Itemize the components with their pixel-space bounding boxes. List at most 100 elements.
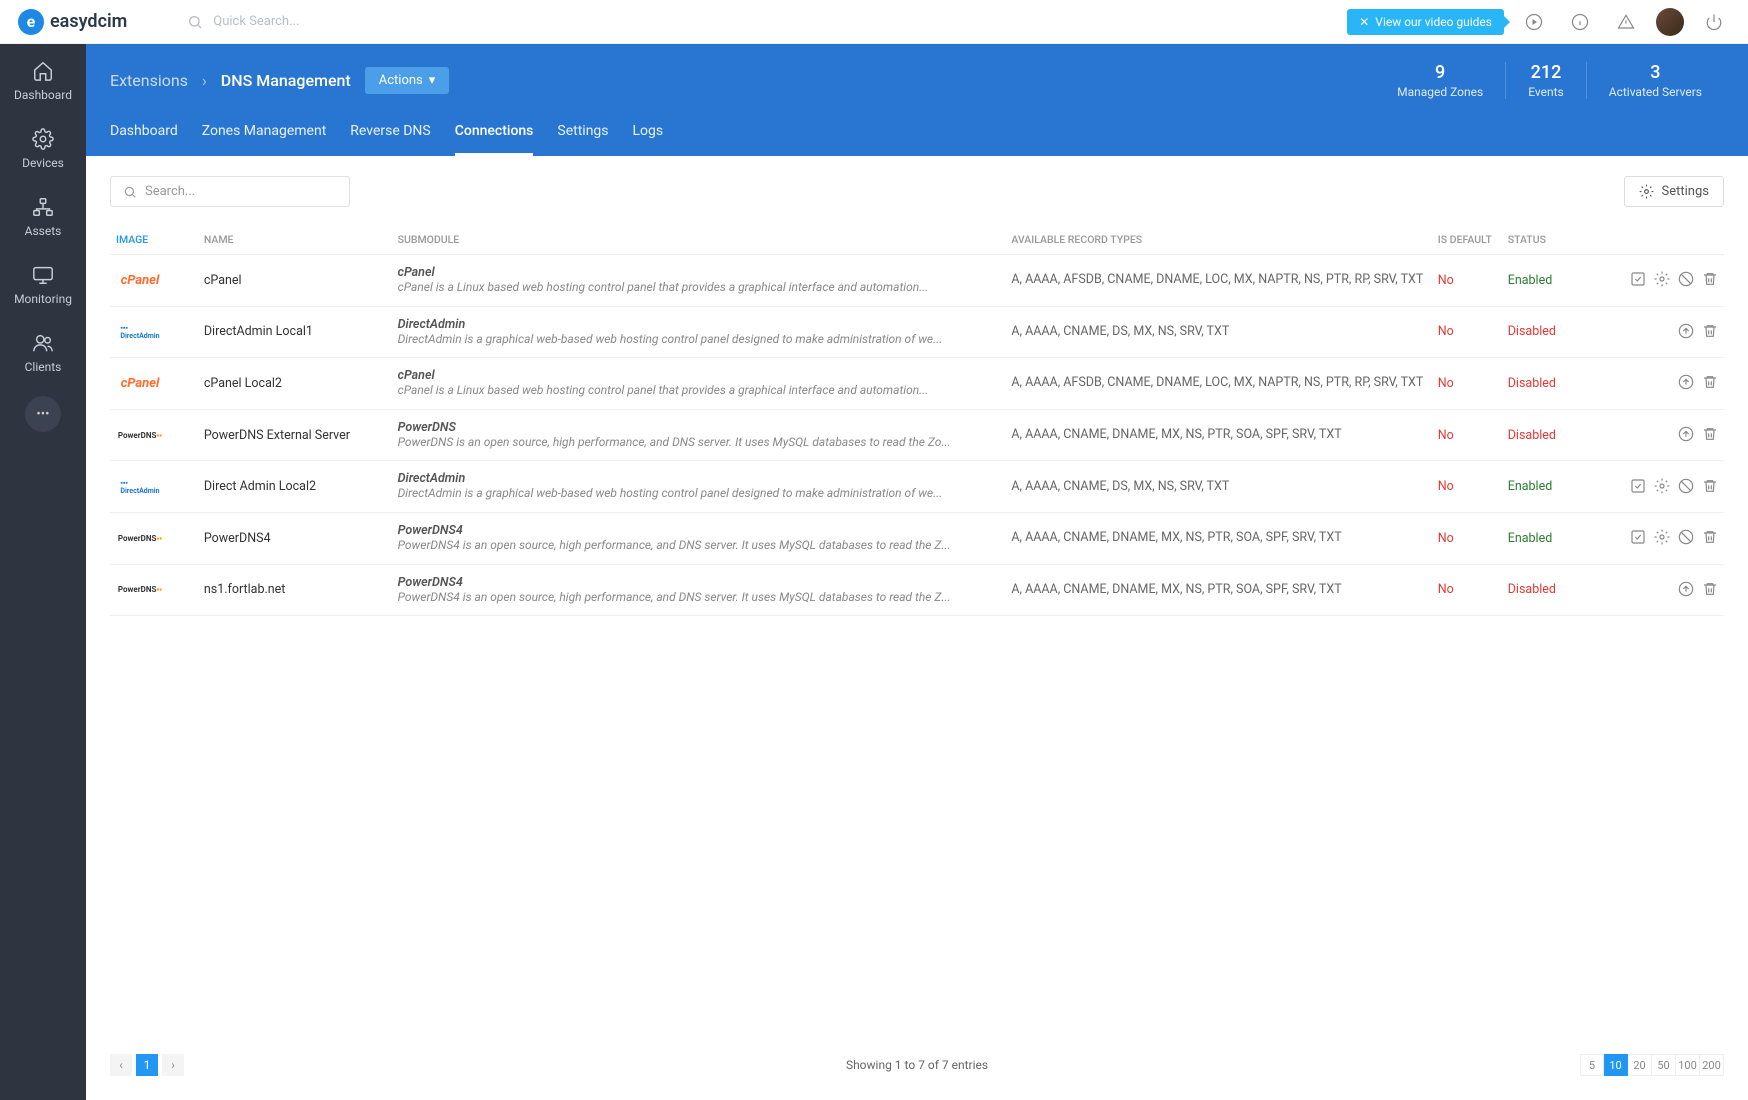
directadmin-logo-icon: ▪▪▪DirectAdmin [116,478,164,496]
table-row: cPanel cPanel cPanelcPanel is a Linux ba… [110,255,1724,307]
row-name[interactable]: ns1.fortlab.net [198,564,392,616]
stat-block[interactable]: 9Managed Zones [1375,62,1505,99]
page-size-20[interactable]: 20 [1628,1054,1652,1076]
video-guides-label: View our video guides [1375,15,1492,29]
disable-icon[interactable] [1676,271,1694,289]
gear-icon [32,128,54,150]
page-prev[interactable]: ‹ [110,1054,132,1076]
nav-monitoring[interactable]: Monitoring [0,248,86,316]
row-record-types: A, AAAA, CNAME, DNAME, MX, NS, PTR, SOA,… [1005,564,1431,616]
row-name[interactable]: PowerDNS4 [198,512,392,564]
settings-label: Settings [1662,184,1709,199]
check-icon[interactable] [1628,478,1646,496]
disable-icon[interactable] [1676,478,1694,496]
row-is-default: No [1432,409,1502,461]
table-row: cPanel cPanel Local2 cPanelcPanel is a L… [110,358,1724,410]
cpanel-logo-icon: cPanel [116,271,164,289]
col-submodule[interactable]: SUBMODULE [392,225,1006,255]
upload-icon[interactable] [1676,426,1694,444]
tab-logs[interactable]: Logs [633,113,664,156]
row-name[interactable]: PowerDNS External Server [198,409,392,461]
row-is-default: No [1432,461,1502,513]
powerdns-logo-icon: PowerDNS▪▪ [116,426,164,444]
chevron-right-icon: › [202,71,207,90]
row-name[interactable]: cPanel Local2 [198,358,392,410]
powerdns-logo-icon: PowerDNS▪▪ [116,529,164,547]
app-logo[interactable]: e easydcim [18,9,127,35]
row-name[interactable]: cPanel [198,255,392,307]
upload-icon[interactable] [1676,323,1694,341]
trash-icon[interactable] [1700,581,1718,599]
breadcrumb-current: DNS Management [221,71,351,90]
page-size-10[interactable]: 10 [1604,1054,1628,1076]
close-icon[interactable]: ✕ [1359,15,1369,29]
row-name[interactable]: Direct Admin Local2 [198,461,392,513]
gear-icon[interactable] [1652,478,1670,496]
row-record-types: A, AAAA, CNAME, DNAME, MX, NS, PTR, SOA,… [1005,409,1431,461]
breadcrumb-extensions[interactable]: Extensions [110,71,188,90]
disable-icon[interactable] [1676,529,1694,547]
stat-number: 3 [1609,62,1702,83]
gear-icon [1639,184,1654,199]
power-icon[interactable] [1698,6,1730,38]
trash-icon[interactable] [1700,323,1718,341]
upload-icon[interactable] [1676,581,1694,599]
video-guides-button[interactable]: ✕ View our video guides [1347,9,1504,35]
trash-icon[interactable] [1700,529,1718,547]
check-icon[interactable] [1628,529,1646,547]
row-status: Enabled [1502,461,1592,513]
stat-label: Events [1528,85,1564,99]
tab-reverse-dns[interactable]: Reverse DNS [350,113,430,156]
col-record-types[interactable]: AVAILABLE RECORD TYPES [1005,225,1431,255]
nav-clients[interactable]: Clients [0,316,86,384]
row-is-default: No [1432,564,1502,616]
upload-icon[interactable] [1676,374,1694,392]
col-status[interactable]: STATUS [1502,225,1592,255]
page-next[interactable]: › [162,1054,184,1076]
play-icon[interactable] [1518,6,1550,38]
table-row: PowerDNS▪▪ ns1.fortlab.net PowerDNS4Powe… [110,564,1724,616]
tab-settings[interactable]: Settings [557,113,608,156]
table-row: ▪▪▪DirectAdmin DirectAdmin Local1 Direct… [110,306,1724,358]
nav-devices[interactable]: Devices [0,112,86,180]
stat-block[interactable]: 3Activated Servers [1586,62,1724,99]
tab-dashboard[interactable]: Dashboard [110,113,178,156]
avatar[interactable] [1656,8,1684,36]
col-is-default[interactable]: IS DEFAULT [1432,225,1502,255]
quick-search[interactable]: Quick Search... [187,14,299,30]
check-icon[interactable] [1628,271,1646,289]
page-1[interactable]: 1 [136,1054,158,1076]
page-size-50[interactable]: 50 [1652,1054,1676,1076]
table-row: PowerDNS▪▪ PowerDNS4 PowerDNS4PowerDNS4 … [110,512,1724,564]
tab-zones-management[interactable]: Zones Management [202,113,327,156]
row-submodule-title: PowerDNS4 [398,575,1000,590]
row-submodule-title: cPanel [398,265,1000,280]
info-icon[interactable] [1564,6,1596,38]
page-size-100[interactable]: 100 [1676,1054,1700,1076]
nav-dashboard[interactable]: Dashboard [0,44,86,112]
col-image[interactable]: IMAGE [110,225,198,255]
row-submodule-title: DirectAdmin [398,317,1000,332]
page-size-5[interactable]: 5 [1580,1054,1604,1076]
row-record-types: A, AAAA, CNAME, DNAME, MX, NS, PTR, SOA,… [1005,512,1431,564]
settings-button[interactable]: Settings [1624,176,1724,207]
actions-button[interactable]: Actions ▾ [365,67,450,94]
col-name[interactable]: NAME [198,225,392,255]
more-button[interactable]: ••• [25,396,61,432]
stat-block[interactable]: 212Events [1505,62,1586,99]
trash-icon[interactable] [1700,478,1718,496]
gear-icon[interactable] [1652,271,1670,289]
trash-icon[interactable] [1700,426,1718,444]
tab-connections[interactable]: Connections [455,113,534,156]
search-input[interactable]: Search... [110,176,350,207]
page-size-200[interactable]: 200 [1700,1054,1724,1076]
directadmin-logo-icon: ▪▪▪DirectAdmin [116,323,164,341]
row-name[interactable]: DirectAdmin Local1 [198,306,392,358]
gear-icon[interactable] [1652,529,1670,547]
alert-icon[interactable] [1610,6,1642,38]
nav-clients-label: Clients [25,360,62,374]
trash-icon[interactable] [1700,374,1718,392]
trash-icon[interactable] [1700,271,1718,289]
quick-search-placeholder: Quick Search... [213,14,299,29]
nav-assets[interactable]: Assets [0,180,86,248]
